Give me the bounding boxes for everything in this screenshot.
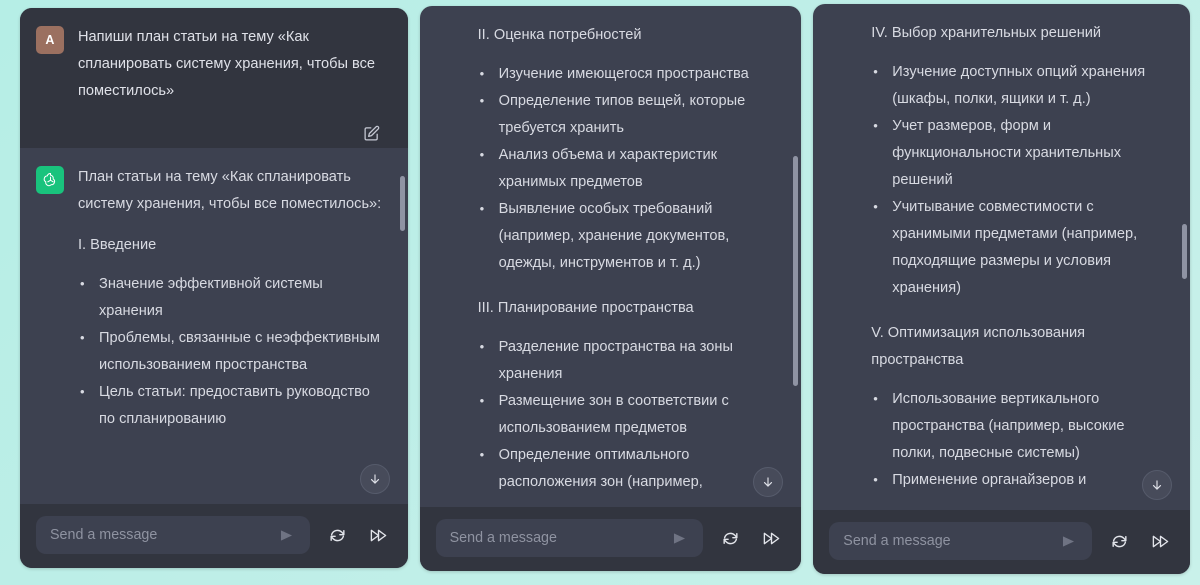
list-item: Изучение доступных опций хранения (шкафы… <box>871 58 1168 113</box>
message-thread-2[interactable]: II. Оценка потребностей Изучение имеющег… <box>420 6 802 507</box>
composer-actions-3 <box>1106 528 1174 555</box>
message-input-wrap-1[interactable] <box>36 516 310 554</box>
list-item: Анализ объема и характеристик хранимых п… <box>478 141 780 196</box>
list-item: Использование вертикального пространства… <box>871 385 1168 467</box>
outline-heading: V. Оптимизация использования пространств… <box>871 325 1086 368</box>
send-icon[interactable] <box>1057 530 1080 553</box>
fast-forward-icon[interactable] <box>365 522 392 549</box>
list-item: Определение оптимального расположения зо… <box>478 441 780 496</box>
list-item: Значение эффективной системы хранения <box>78 270 386 325</box>
message-input-3[interactable] <box>843 533 1050 549</box>
message-input-1[interactable] <box>50 527 267 543</box>
list-item: Проблемы, связанные с неэффективным испо… <box>78 324 386 379</box>
outline-heading: I. Введение <box>78 237 157 253</box>
edit-square-icon[interactable] <box>359 121 384 146</box>
scrollbar-thumb-1[interactable] <box>399 176 405 231</box>
refresh-icon[interactable] <box>324 522 351 549</box>
assistant-message: План статьи на тему «Как спланировать си… <box>20 148 408 232</box>
scroll-to-bottom-button-3[interactable] <box>1142 470 1173 500</box>
outline-3: IV. Выбор хранительных решений Изучение … <box>813 4 1190 494</box>
composer-actions-2 <box>717 525 785 552</box>
list-item: Цель статьи: предоставить руководство по… <box>78 378 386 433</box>
chat-panel-2: II. Оценка потребностей Изучение имеющег… <box>419 6 802 571</box>
list-item: Учет размеров, форм и функциональности х… <box>871 112 1168 194</box>
message-thread-1[interactable]: A Напиши план статьи на тему «Как сплани… <box>20 8 408 504</box>
list-item: Выявление особых требований (например, х… <box>478 195 780 277</box>
outline-bullet-list: Значение эффективной системы хранения Пр… <box>36 270 386 433</box>
send-icon[interactable] <box>668 527 691 550</box>
user-message-text: Напиши план статьи на тему «Как спланиро… <box>78 29 376 99</box>
outline-bullet-list: Использование вертикального пространства… <box>829 385 1168 494</box>
scrollbar-thumb-2[interactable] <box>793 156 799 386</box>
outline-heading: III. Планирование пространства <box>477 300 694 316</box>
send-icon[interactable] <box>275 524 298 547</box>
refresh-icon[interactable] <box>1106 528 1133 555</box>
list-item: Изучение имеющегося пространства <box>478 60 780 88</box>
list-item: Разделение пространства на зоны хранения <box>478 333 780 388</box>
arrow-down-icon <box>368 472 382 486</box>
outline-1: I. Введение Значение эффективной системы… <box>20 232 408 439</box>
message-input-2[interactable] <box>449 530 661 546</box>
user-message: A Напиши план статьи на тему «Как сплани… <box>20 8 408 119</box>
scrollbar-thumb-3[interactable] <box>1182 224 1188 279</box>
message-thread-3[interactable]: IV. Выбор хранительных решений Изучение … <box>813 4 1190 510</box>
panel-stage: A Напиши план статьи на тему «Как сплани… <box>0 0 1200 585</box>
outline-bullet-list: Разделение пространства на зоны хранения… <box>436 333 780 496</box>
user-message-actions <box>20 119 408 148</box>
avatar-user: A <box>36 26 64 54</box>
list-item: Определение типов вещей, которые требует… <box>478 87 780 142</box>
chatgpt-logo-icon <box>36 166 64 194</box>
outline-heading: IV. Выбор хранительных решений <box>871 25 1102 41</box>
refresh-icon[interactable] <box>717 525 744 552</box>
outline-heading: II. Оценка потребностей <box>477 27 642 43</box>
scroll-to-bottom-button-1[interactable] <box>359 464 390 494</box>
outline-2: II. Оценка потребностей Изучение имеющег… <box>420 6 802 496</box>
chat-panel-1: A Напиши план статьи на тему «Как сплани… <box>20 8 408 568</box>
fast-forward-icon[interactable] <box>758 525 785 552</box>
outline-bullet-list: Изучение доступных опций хранения (шкафы… <box>829 58 1168 302</box>
fast-forward-icon[interactable] <box>1147 528 1174 555</box>
list-item: Учитывание совместимости с хранимыми пре… <box>871 193 1168 302</box>
assistant-message-intro: План статьи на тему «Как спланировать си… <box>78 169 382 212</box>
composer-3 <box>813 510 1191 574</box>
list-item: Размещение зон в соответствии с использо… <box>478 387 780 442</box>
outline-bullet-list: Изучение имеющегося пространства Определ… <box>436 60 780 277</box>
list-item: Применение органайзеров и <box>871 466 1168 494</box>
arrow-down-icon <box>761 475 775 489</box>
composer-1 <box>20 504 408 568</box>
message-input-wrap-2[interactable] <box>435 519 704 557</box>
message-input-wrap-3[interactable] <box>829 522 1093 560</box>
composer-actions-1 <box>324 522 392 549</box>
arrow-down-icon <box>1150 478 1164 492</box>
composer-2 <box>419 507 802 571</box>
chat-panel-3: IV. Выбор хранительных решений Изучение … <box>813 4 1191 574</box>
